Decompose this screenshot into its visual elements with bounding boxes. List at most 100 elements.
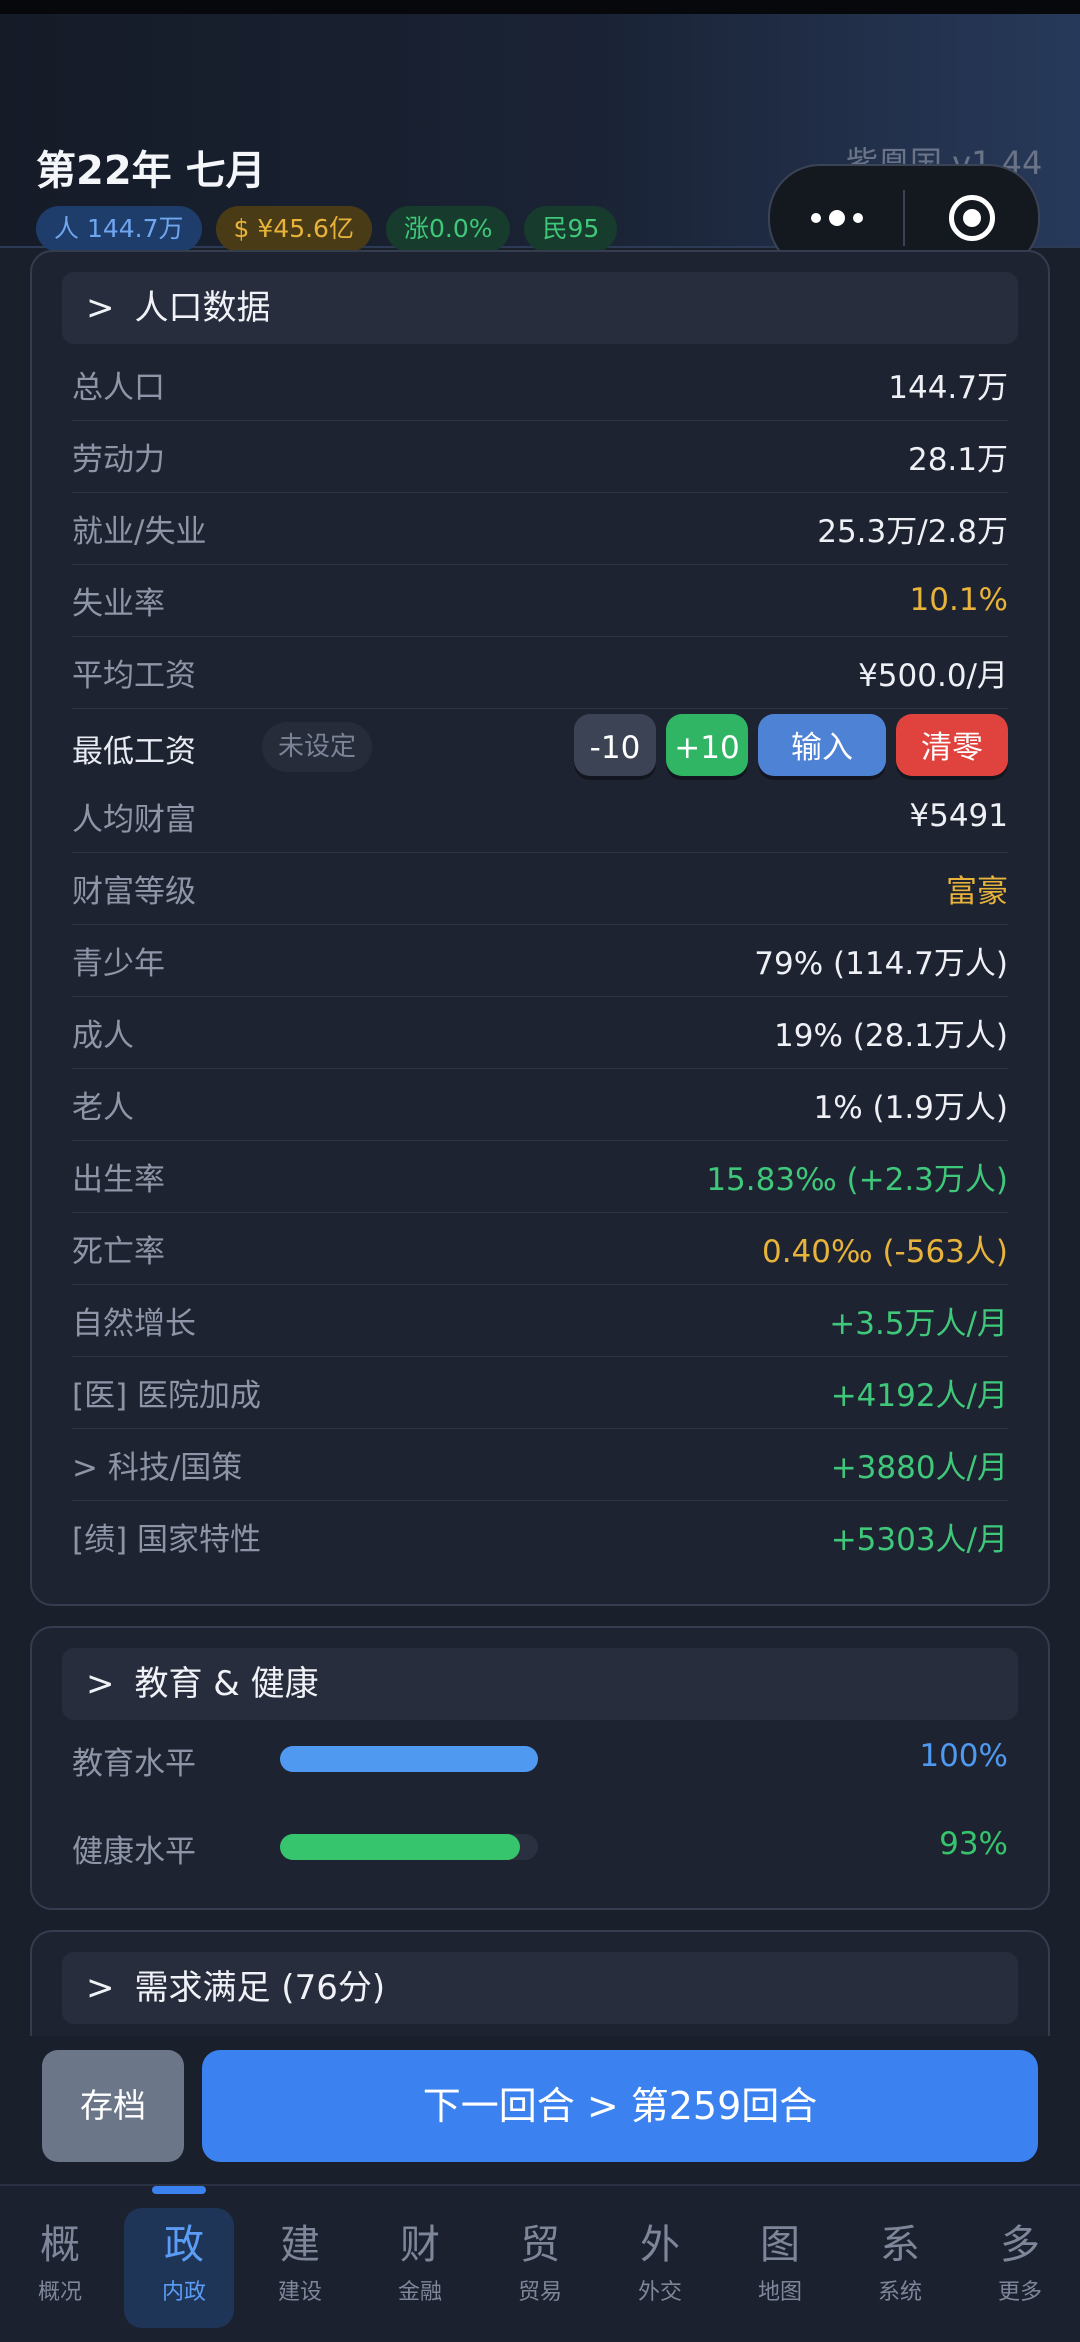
- education-progress-bar: [280, 1746, 538, 1772]
- stat-label: 老人: [72, 1089, 134, 1126]
- demand-panel: > 需求满足 (76分): [30, 1930, 1050, 2036]
- tab-map[interactable]: 图地图: [720, 2186, 840, 2342]
- money-badge: $ ¥45.6亿: [215, 206, 372, 252]
- stat-row: 平均工资 ¥500.0/月: [72, 636, 1008, 709]
- tab-glyph: 政: [164, 2222, 204, 2268]
- health-level-row: 健康水平 93%: [72, 1816, 1008, 1876]
- stat-pills: 人 144.7万 $ ¥45.6亿 涨0.0% 民95: [36, 206, 618, 252]
- tab-label: 内政: [161, 2280, 206, 2305]
- stat-row: [绩] 国家特性 +5303人/月: [72, 1500, 1008, 1572]
- health-label: 健康水平: [72, 1834, 196, 1870]
- stat-row: [医] 医院加成 +4192人/月: [72, 1356, 1008, 1429]
- stat-label: 死亡率: [72, 1233, 165, 1270]
- health-percent: 93%: [939, 1826, 1008, 1862]
- panel-title: 教育 & 健康: [134, 1664, 319, 1704]
- increase-10-button[interactable]: +10: [666, 714, 748, 776]
- tab-glyph: 系: [880, 2222, 920, 2268]
- education-label: 教育水平: [72, 1746, 196, 1782]
- stat-row: 成人 19% (28.1万人): [72, 996, 1008, 1069]
- stat-row: 就业/失业 25.3万/2.8万: [72, 492, 1008, 565]
- stat-row: 出生率 15.83‰ (+2.3万人): [72, 1140, 1008, 1213]
- tab-finance[interactable]: 财金融: [360, 2186, 480, 2342]
- demand-panel-header[interactable]: > 需求满足 (76分): [62, 1952, 1018, 2024]
- stat-label: [医] 医院加成: [72, 1377, 262, 1414]
- stat-value: 10.1%: [909, 582, 1008, 618]
- tab-label: 外交: [637, 2280, 682, 2305]
- stat-row: 老人 1% (1.9万人): [72, 1068, 1008, 1141]
- stat-row: > 科技/国策 +3880人/月: [72, 1428, 1008, 1501]
- stat-value: 富豪: [946, 873, 1008, 910]
- tab-label: 概况: [37, 2280, 82, 2305]
- population-panel-header[interactable]: > 人口数据: [62, 272, 1018, 344]
- stat-value: +3.5万人/月: [829, 1305, 1008, 1342]
- stat-value: 79% (114.7万人): [754, 945, 1008, 982]
- education-percent: 100%: [919, 1738, 1008, 1774]
- people-badge: 民95: [524, 206, 618, 252]
- stat-row: 自然增长 +3.5万人/月: [72, 1284, 1008, 1357]
- stat-label: 青少年: [72, 945, 165, 982]
- stat-label: 就业/失业: [72, 513, 207, 550]
- tab-label: 建设: [277, 2280, 322, 2305]
- input-button[interactable]: 输入: [758, 714, 886, 776]
- panel-title: 需求满足 (76分): [134, 1968, 386, 2008]
- tab-glyph: 建: [280, 2222, 320, 2268]
- tab-system[interactable]: 系系统: [840, 2186, 960, 2342]
- min-wage-controls: -10 +10 输入 清零: [574, 714, 1008, 776]
- min-wage-row: 最低工资 未设定 -10 +10 输入 清零: [72, 714, 1008, 782]
- tab-glyph: 图: [760, 2222, 800, 2268]
- education-health-header[interactable]: > 教育 & 健康: [62, 1648, 1018, 1720]
- tab-trade[interactable]: 贸贸易: [480, 2186, 600, 2342]
- next-turn-button[interactable]: 下一回合 > 第259回合: [202, 2050, 1038, 2162]
- tab-glyph: 多: [1000, 2222, 1040, 2268]
- dot-icon: [852, 213, 863, 223]
- stat-label: > 科技/国策: [72, 1449, 243, 1486]
- active-tab-indicator: [152, 2186, 206, 2194]
- bottom-tab-bar: 概概况 政内政 建建设 财金融 贸贸易 外外交 图地图 系系统 多更多: [0, 2184, 1080, 2342]
- tab-glyph: 贸: [520, 2222, 560, 2268]
- stat-label: 劳动力: [72, 441, 165, 478]
- tab-construction[interactable]: 建建设: [240, 2186, 360, 2342]
- stat-label: 成人: [72, 1017, 134, 1054]
- stat-value: 1% (1.9万人): [813, 1089, 1008, 1126]
- status-bar: [0, 0, 1080, 14]
- tab-label: 金融: [397, 2280, 442, 2305]
- stat-row: 死亡率 0.40‰ (-563人): [72, 1212, 1008, 1285]
- decrease-10-button[interactable]: -10: [574, 714, 656, 776]
- stat-label: 失业率: [72, 585, 165, 622]
- min-wage-status: 未设定: [262, 722, 373, 772]
- stat-value: +4192人/月: [830, 1377, 1008, 1414]
- stat-row: 人均财富 ¥5491: [72, 780, 1008, 853]
- tab-more[interactable]: 多更多: [960, 2186, 1080, 2342]
- stat-value: 144.7万: [888, 369, 1008, 406]
- stat-value: ¥500.0/月: [858, 657, 1008, 694]
- dot-icon: [810, 213, 821, 223]
- stat-value: 0.40‰ (-563人): [761, 1233, 1008, 1270]
- stat-label: 财富等级: [72, 873, 196, 910]
- clear-button[interactable]: 清零: [896, 714, 1008, 776]
- education-progress-fill: [280, 1746, 538, 1772]
- tab-diplomacy[interactable]: 外外交: [600, 2186, 720, 2342]
- stat-value: +5303人/月: [830, 1521, 1008, 1558]
- action-bar: 存档 下一回合 > 第259回合: [0, 2036, 1080, 2196]
- stat-row: 青少年 79% (114.7万人): [72, 924, 1008, 997]
- page-title: 第22年 七月: [36, 148, 266, 194]
- tab-label: 更多: [997, 2280, 1042, 2305]
- health-progress-bar: [280, 1834, 538, 1860]
- stat-label: 自然增长: [72, 1305, 196, 1342]
- save-button[interactable]: 存档: [42, 2050, 184, 2162]
- tab-glyph: 财: [400, 2222, 440, 2268]
- stat-row: 财富等级 富豪: [72, 852, 1008, 925]
- price-rise-badge: 涨0.0%: [385, 206, 511, 252]
- tab-domestic[interactable]: 政内政: [124, 2186, 244, 2342]
- stat-value: +3880人/月: [830, 1449, 1008, 1486]
- stat-value: 25.3万/2.8万: [817, 513, 1008, 550]
- panel-title: 人口数据: [134, 288, 271, 328]
- chevron-right-icon: >: [86, 1664, 115, 1704]
- tab-overview[interactable]: 概概况: [0, 2186, 120, 2342]
- chevron-right-icon: >: [86, 1968, 115, 2008]
- tab-label: 贸易: [517, 2280, 562, 2305]
- health-progress-fill: [280, 1834, 520, 1860]
- stat-label: [绩] 国家特性: [72, 1521, 262, 1558]
- close-miniprogram-button[interactable]: [905, 195, 1038, 241]
- stat-value: 19% (28.1万人): [774, 1017, 1008, 1054]
